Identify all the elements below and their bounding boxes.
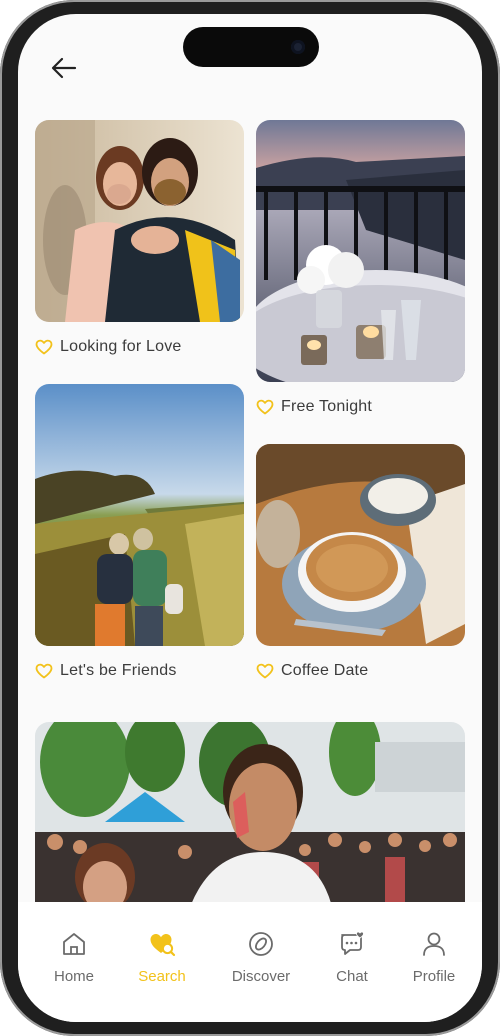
tab-chat[interactable]: Chat xyxy=(312,930,392,1000)
chat-heart-icon xyxy=(341,931,364,955)
phone-frame: Looking for Love Free Tonight Let's be F… xyxy=(0,0,500,1036)
heart-icon xyxy=(256,663,274,679)
user-icon xyxy=(423,932,445,956)
category-label: Looking for Love xyxy=(60,338,182,355)
tab-label: Discover xyxy=(231,968,291,985)
arrow-left-icon xyxy=(51,57,77,79)
tab-search[interactable]: Search xyxy=(122,930,202,1000)
tab-discover[interactable]: Discover xyxy=(221,930,301,1000)
front-camera xyxy=(291,40,305,54)
lets-be-friends-image[interactable] xyxy=(35,384,244,646)
home-icon xyxy=(63,933,85,955)
looking-for-love-image[interactable] xyxy=(35,120,244,322)
heart-icon xyxy=(35,663,53,679)
category-looking-for-love[interactable]: Looking for Love xyxy=(35,338,182,356)
tab-label: Chat xyxy=(336,968,368,985)
heart-icon xyxy=(256,399,274,415)
festival-crowd-image[interactable] xyxy=(35,722,465,922)
category-label: Free Tonight xyxy=(281,398,373,415)
category-coffee-date[interactable]: Coffee Date xyxy=(256,662,368,680)
free-tonight-image[interactable] xyxy=(256,120,465,382)
heart-icon xyxy=(35,339,53,355)
coffee-date-image[interactable] xyxy=(256,444,465,646)
dynamic-island xyxy=(183,27,319,67)
tab-profile[interactable]: Profile xyxy=(394,930,474,1000)
bottom-tab-bar: Home Search Discover Chat Profile xyxy=(18,902,482,1022)
compass-icon xyxy=(249,932,273,956)
tab-label: Search xyxy=(138,968,186,985)
back-button[interactable] xyxy=(48,54,80,82)
category-label: Let's be Friends xyxy=(60,662,177,679)
category-label: Coffee Date xyxy=(281,662,369,679)
category-free-tonight[interactable]: Free Tonight xyxy=(256,398,372,416)
category-lets-be-friends[interactable]: Let's be Friends xyxy=(35,662,177,680)
tab-home[interactable]: Home xyxy=(34,930,114,1000)
app-screen: Looking for Love Free Tonight Let's be F… xyxy=(18,14,482,1022)
tab-label: Home xyxy=(53,968,94,985)
heart-search-icon xyxy=(150,934,176,957)
tab-label: Profile xyxy=(412,968,456,985)
